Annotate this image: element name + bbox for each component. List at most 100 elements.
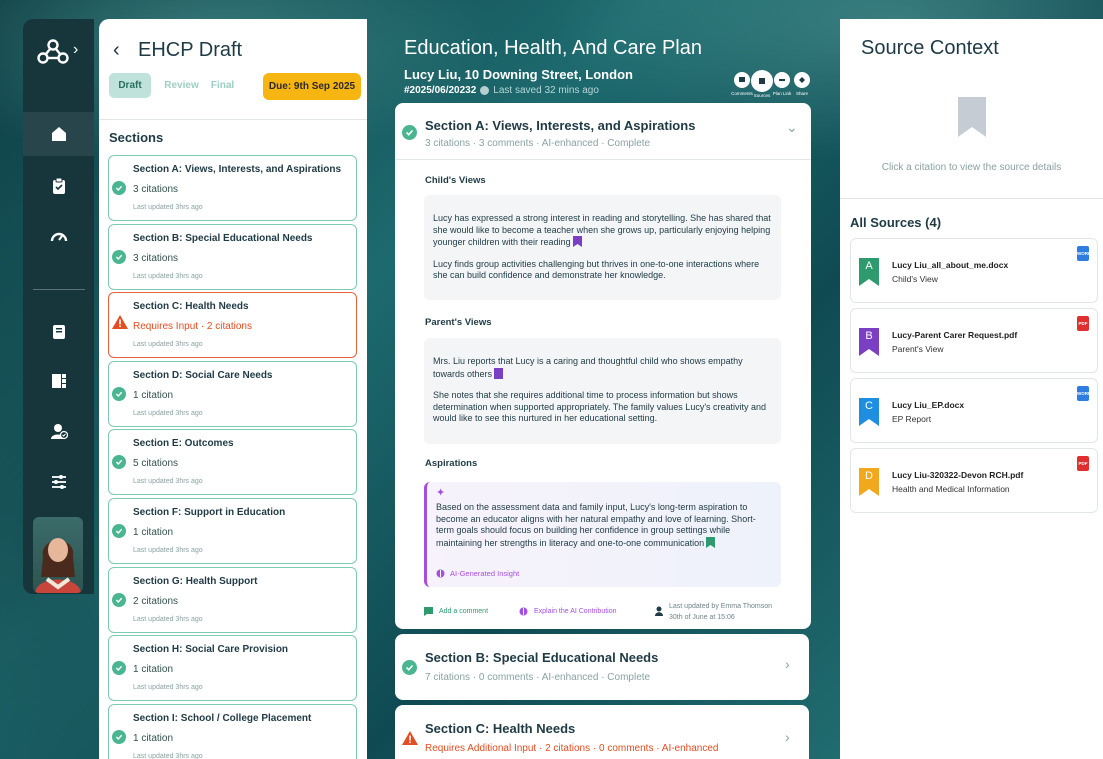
source-letter: C: [865, 400, 873, 412]
section-a-header[interactable]: Section A: Views, Interests, and Aspirat…: [395, 103, 811, 160]
due-date-badge: Due: 9th Sep 2025: [263, 73, 361, 100]
explain-ai-button[interactable]: Explain the AI Contribution: [519, 607, 617, 616]
complete-check-icon: [112, 249, 126, 264]
section-list-item[interactable]: Section H: Social Care Provision 1 citati…: [108, 635, 357, 702]
source-file-name: Lucy-Parent Carer Request.pdf: [892, 330, 1018, 340]
section-b-card[interactable]: Section B: Special Educational Needs 7 c…: [395, 634, 809, 700]
brain-icon: [436, 569, 445, 578]
citation-b-icon[interactable]: [494, 367, 504, 379]
back-chevron-icon[interactable]: ‹: [113, 39, 120, 62]
source-card[interactable]: B Lucy-Parent Carer Request.pdf Parent's V…: [850, 308, 1098, 373]
section-c-card[interactable]: Section C: Health Needs Requires Additio…: [395, 705, 809, 759]
user-check-icon[interactable]: [23, 409, 94, 453]
complete-check-icon: [112, 592, 126, 607]
section-item-updated: Last updated 3hrs ago: [133, 615, 203, 623]
home-icon[interactable]: [23, 112, 94, 156]
section-a-card: Section A: Views, Interests, and Aspirat…: [395, 103, 811, 629]
section-item-title: Section C: Health Needs: [133, 301, 249, 313]
collapse-chevron-icon[interactable]: ⌄: [786, 119, 798, 136]
stage-final-tab[interactable]: Final: [205, 73, 240, 98]
sparkle-icon: ✦: [436, 487, 446, 499]
source-card[interactable]: D Lucy Liu-320322-Devon RCH.pdf Health and…: [850, 448, 1098, 513]
section-list-item[interactable]: Section D: Social Care Needs 1 citation La…: [108, 360, 357, 427]
section-item-citations: 1 citation: [133, 389, 174, 401]
clipboard-check-icon[interactable]: [23, 164, 94, 208]
page-title: Education, Health, And Care Plan: [404, 37, 702, 59]
share-tool-button[interactable]: Share: [789, 72, 815, 96]
plan-reference: #2025/06/20232: [404, 85, 477, 96]
ai-generated-tag: AI-Generated Insight: [436, 568, 519, 580]
section-item-updated: Last updated 3hrs ago: [133, 204, 203, 211]
section-item-citations: 3 citations: [133, 184, 179, 195]
section-list-item[interactable]: Section B: Special Educational Needs 3 ci…: [108, 223, 357, 290]
expand-rail-icon[interactable]: ›: [73, 41, 78, 59]
plan-meta: #2025/06/20232 Last saved 32 mins ago: [404, 85, 599, 96]
section-list-item[interactable]: Section F: Support in Education 1 citatio…: [108, 498, 357, 564]
section-c-meta: Requires Additional Input · 2 citations …: [425, 743, 719, 754]
complete-check-icon: [112, 181, 126, 195]
panel-title: EHCP Draft: [138, 39, 243, 61]
section-item-citations: 1 citation: [133, 527, 174, 538]
citation-a-icon[interactable]: [706, 536, 716, 548]
stage-draft-tab[interactable]: Draft: [109, 73, 151, 98]
file-type-icon: PDF: [1077, 316, 1089, 331]
source-description: Health and Medical Information: [892, 484, 1010, 494]
section-item-title: Section G: Health Support: [133, 575, 258, 587]
source-card[interactable]: A Lucy Liu_all_about_me.docx Child's View W…: [850, 238, 1098, 303]
section-item-title: Section E: Outcomes: [133, 438, 234, 450]
section-item-updated: Last updated 3hrs ago: [133, 752, 203, 759]
link-icon: [774, 72, 790, 88]
stage-review-tab[interactable]: Review: [159, 73, 204, 98]
avatar[interactable]: [33, 517, 83, 593]
share-icon: [794, 72, 810, 88]
section-list-item[interactable]: Section I: School / College Placement 1 c…: [108, 703, 357, 759]
user-edit-icon: [655, 606, 663, 616]
layout-grid-icon[interactable]: [23, 359, 94, 403]
section-item-title: Section H: Social Care Provision: [133, 644, 289, 656]
comment-icon: [424, 607, 433, 616]
section-item-citations: 3 citations: [133, 252, 179, 264]
section-item-citations: 5 citations: [133, 458, 179, 470]
complete-check-icon: [112, 455, 126, 470]
source-letter: A: [865, 260, 873, 272]
last-updated-info: Last updated by Emma Thomson 30th of Jun…: [669, 603, 772, 621]
sliders-icon[interactable]: [23, 460, 94, 504]
complete-check-icon: [112, 661, 126, 676]
aspirations-heading: Aspirations: [425, 458, 478, 469]
section-item-title: Section I: School / College Placement: [133, 712, 312, 724]
student-address: Lucy Liu, 10 Downing Street, London: [404, 67, 633, 82]
source-file-name: Lucy Liu_EP.docx: [892, 400, 965, 410]
notebook-icon[interactable]: [23, 310, 94, 354]
section-list-item[interactable]: Section C: Health Needs Requires Input · …: [108, 292, 357, 359]
section-list-item[interactable]: Section E: Outcomes 5 citations Last updat…: [108, 429, 357, 496]
source-context-panel: Source Context Click a citation to view …: [840, 19, 1103, 759]
source-file-name: Lucy Liu-320322-Devon RCH.pdf: [892, 470, 1024, 480]
section-a-title: Section A: Views, Interests, and Aspirat…: [425, 118, 696, 133]
dashboard-gauge-icon[interactable]: [23, 215, 94, 259]
saved-status-icon: [480, 86, 490, 95]
add-comment-button[interactable]: Add a comment: [424, 607, 488, 616]
complete-check-icon: [112, 729, 126, 744]
ai-insight-box: ✦ Based on the assessment data and famil…: [424, 482, 781, 587]
section-item-updated: Last updated 3hrs ago: [133, 341, 203, 349]
sections-header: ‹ EHCP Draft Draft Review Final Due: 9th…: [99, 19, 367, 120]
warning-icon: [112, 315, 128, 330]
app-logo-icon[interactable]: [37, 39, 69, 65]
expand-chevron-icon[interactable]: ›: [785, 656, 790, 672]
parents-views-heading: Parent's Views: [425, 317, 492, 328]
section-item-updated: Last updated 3hrs ago: [133, 478, 203, 486]
complete-check-icon: [402, 660, 417, 675]
bookmark-icon: [957, 97, 986, 137]
complete-check-icon: [112, 524, 126, 538]
citation-a-icon[interactable]: [572, 236, 582, 247]
section-item-updated: Last updated 3hrs ago: [133, 409, 203, 417]
section-list-item[interactable]: Section A: Views, Interests, and Aspirat…: [108, 155, 357, 221]
brain-icon: [519, 607, 528, 616]
childs-views-heading: Child's Views: [425, 175, 486, 186]
sections-heading: Sections: [109, 130, 164, 145]
source-card[interactable]: C Lucy Liu_EP.docx EP Report WORD: [850, 378, 1098, 443]
expand-chevron-icon[interactable]: ›: [785, 729, 790, 745]
source-divider: [840, 198, 1103, 199]
childs-views-quote: Lucy has expressed a strong interest in …: [424, 195, 781, 300]
section-list-item[interactable]: Section G: Health Support 2 citations Last…: [108, 566, 357, 633]
